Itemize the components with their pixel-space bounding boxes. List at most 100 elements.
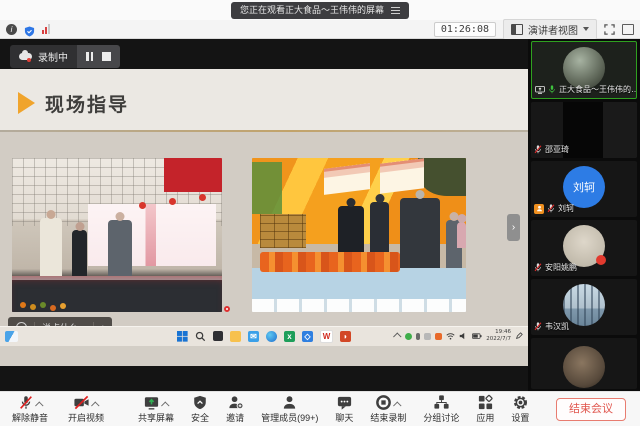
window-mode-icon[interactable] [622,24,634,35]
participant-tile-speaker[interactable]: 正大食品～王伟伟的… [531,41,637,99]
photo-figure [108,220,132,280]
widgets-icon [5,331,18,342]
taskbar-time: 19:46 [486,329,511,336]
avatar [563,225,605,267]
manage-members-button[interactable]: 管理成员(99+) [259,396,320,423]
chevron-up-icon[interactable] [35,401,43,409]
speaker-icon [459,327,468,345]
fullscreen-icon[interactable] [604,24,615,35]
meeting-toolbar: 解除静音 开启视频 共享屏幕 [0,391,640,426]
participant-tile[interactable]: 邵亚琦 [531,102,637,158]
slide-header: 现场指导 [0,69,528,130]
slide-body: 说点什么... ‹ [0,132,528,346]
recording-controls [77,45,120,68]
avatar-initials: 刘轲 [563,166,605,208]
cloud-record-icon [19,53,32,60]
photo-figure [72,230,87,276]
taskbar-clock: 19:46 2022/7/7 [486,329,511,342]
avatar [563,47,605,89]
orange-triangle-icon [18,92,35,114]
photo-decor-lamps [199,194,206,201]
laser-pointer-dot [224,306,230,312]
mic-muted-icon [534,145,542,154]
shared-screen-stage: 录制中 现场指导 [0,39,528,391]
security-button[interactable]: 安全 [189,396,211,423]
avatar [563,284,605,326]
sidebar-collapse-handle[interactable]: › [507,214,520,241]
photo-decor-crates [260,214,306,248]
battery-icon [472,327,482,345]
recording-status: 录制中 [10,45,77,68]
file-explorer-icon [230,331,241,342]
photo-outdoor-market [252,158,466,312]
photo-decor-produce [20,302,26,308]
network-signal-icon[interactable] [42,24,50,34]
layout-grid-icon [511,24,523,35]
view-mode-label: 演讲者视图 [528,22,578,37]
participant-name: 刘轲 [558,203,574,214]
shared-windows-taskbar: ✉ x ◇ W ◗ [0,326,528,346]
invite-button[interactable]: 邀请 [224,396,246,423]
top-bar: 您正在观看正大食品～王伟伟的屏幕 [0,0,640,20]
photo-decor-stall-front [252,268,466,312]
end-meeting-button[interactable]: 结束会议 [556,398,626,421]
photo-decor-green-tent [252,162,282,214]
avatar-badge [596,255,606,265]
mic-muted-icon [534,322,542,331]
tray-mic-icon [416,333,420,340]
settings-button[interactable]: 设置 [509,396,531,423]
apps-button[interactable]: 应用 [474,396,496,423]
windows-logo-icon [177,331,188,342]
banner-menu-icon[interactable] [391,7,400,14]
tray-green-icon [405,333,412,340]
breakout-rooms-button[interactable]: 分组讨论 [421,396,461,423]
photo-figure [40,218,62,278]
mic-muted-icon [534,263,542,272]
photo-decor-sign [380,158,424,193]
participant-name: 邵亚琦 [545,144,569,155]
view-mode-button[interactable]: 演讲者视图 [503,19,597,40]
stop-recording-icon[interactable] [102,52,111,61]
excel-icon: x [284,331,295,342]
avatar [563,346,605,388]
chevron-up-icon[interactable] [91,401,99,409]
participant-tile[interactable] [531,338,637,389]
taskbar-system-tray: 19:46 2022/7/7 [395,327,523,345]
recording-bar: 录制中 [10,45,120,68]
status-bar: i 01:26:08 演讲者视图 [0,20,640,39]
mic-muted-icon [547,204,555,213]
participant-tile[interactable]: 刘轲 刘轲 [531,161,637,217]
search-icon [195,331,206,342]
unmute-button[interactable]: 解除静音 [10,396,50,423]
participant-tile[interactable]: 韦汉凯 [531,279,637,335]
wps-icon: W [320,330,333,343]
screen-share-icon [535,86,545,94]
spectating-banner-text: 您正在观看正大食品～王伟伟的屏幕 [240,6,384,15]
share-screen-button[interactable]: 共享屏幕 [136,396,176,423]
participant-name: 正大食品～王伟伟的… [559,84,637,95]
photo-meat-shop [12,158,222,312]
tray-netdisk-icon [435,333,442,340]
start-video-button[interactable]: 开启视频 [66,396,106,423]
pause-recording-icon[interactable] [86,52,93,61]
chevron-up-icon[interactable] [393,401,401,409]
tray-gray-icon [424,333,431,340]
edge-browser-icon [266,331,277,342]
pen-icon [515,327,523,345]
meeting-window: 您正在观看正大食品～王伟伟的屏幕 i 01:26:08 演讲者视图 录 [0,0,640,426]
photos-icon: ◇ [302,331,313,342]
powerpoint-icon: ◗ [340,331,351,342]
meeting-info-icon[interactable]: i [6,24,17,35]
shared-slide: 现场指导 [0,69,528,366]
mic-on-icon [548,85,556,94]
chat-button[interactable]: 聊天 [333,396,355,423]
photo-figure [457,222,466,248]
slide-title: 现场指导 [45,90,129,117]
wifi-icon [446,327,455,345]
participants-sidebar: 正大食品～王伟伟的… 邵亚琦 刘轲 [528,39,640,391]
chevron-up-icon[interactable] [161,401,169,409]
recording-label: 录制中 [38,49,68,64]
participant-tile[interactable]: 安阳姚鹏 [531,220,637,276]
security-shield-icon[interactable] [24,24,35,35]
stop-recording-button[interactable]: 结束录制 [368,396,408,423]
